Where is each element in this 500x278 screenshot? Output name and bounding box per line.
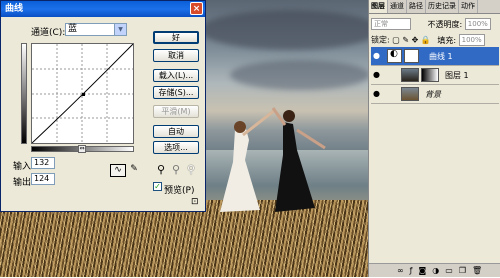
mask-thumbnail[interactable] — [421, 68, 439, 82]
tab-actions[interactable]: 动作 — [459, 0, 478, 13]
close-button[interactable]: × — [190, 2, 203, 15]
channel-value: 蓝 — [68, 24, 78, 34]
blend-row: 正常 不透明度: 100% — [371, 18, 491, 30]
smooth-button[interactable]: 平滑(M) — [153, 105, 199, 118]
fill-field[interactable]: 100% — [458, 34, 485, 46]
trash-icon[interactable]: 🗑 — [472, 264, 482, 277]
preview-checkbox[interactable]: ✓ — [153, 182, 162, 191]
layer-name[interactable]: 背景 — [425, 89, 441, 100]
curve-plot[interactable] — [32, 44, 133, 143]
tab-history[interactable]: 历史记录 — [426, 0, 459, 13]
two-dancers-figure — [220, 107, 326, 212]
lock-label: 锁定: — [371, 35, 390, 45]
pencil-icon[interactable]: ✎ — [126, 164, 142, 177]
gray-eyedropper-icon[interactable]: ⚲ — [172, 163, 180, 176]
expand-icon[interactable]: ⊡ — [191, 197, 199, 207]
opacity-label: 不透明度: — [427, 19, 463, 29]
curve-graph[interactable] — [31, 43, 134, 144]
lock-all-icon[interactable]: 🔒 — [421, 36, 431, 45]
chevron-down-icon[interactable]: ▼ — [114, 24, 126, 35]
tab-channels[interactable]: 通道 — [388, 0, 407, 13]
output-field[interactable]: 124 — [31, 173, 55, 185]
adjustment-layer-icon[interactable]: ◑ — [432, 264, 439, 277]
lock-transparent-icon[interactable]: ▢ — [392, 36, 400, 45]
black-eyedropper-icon[interactable]: ⚲ — [157, 163, 165, 176]
cancel-button[interactable]: 取消 — [153, 49, 199, 62]
auto-button[interactable]: 自动 — [153, 125, 199, 138]
eye-icon[interactable]: ● — [373, 51, 382, 60]
layers-panel: 图层 通道 路径 历史记录 动作 正常 不透明度: 100% 锁定: ▢ ✎ ✥… — [368, 0, 500, 277]
save-button[interactable]: 存储(S)... — [153, 86, 199, 99]
layer-row[interactable]: ● 图层 1 — [371, 66, 499, 85]
opacity-field[interactable]: 100% — [464, 18, 491, 30]
adjustment-thumbnail: ◐ — [387, 49, 402, 63]
dialog-titlebar[interactable]: 曲线 × — [1, 1, 205, 17]
layer-row[interactable]: ● 背景 — [371, 85, 499, 104]
layer-name[interactable]: 曲线 1 — [429, 51, 453, 62]
tab-layers[interactable]: 图层 — [369, 0, 388, 13]
blend-mode-select[interactable]: 正常 — [371, 18, 411, 30]
eye-icon[interactable]: ● — [373, 70, 382, 79]
panel-tabs: 图层 通道 路径 历史记录 动作 — [369, 0, 500, 14]
swap-direction-icon[interactable]: ⇔ — [78, 145, 86, 153]
layer-name[interactable]: 图层 1 — [445, 70, 469, 81]
channel-select[interactable]: 蓝 ▼ — [65, 23, 127, 36]
tab-paths[interactable]: 路径 — [407, 0, 426, 13]
curve-control-point — [82, 93, 85, 96]
eye-icon[interactable]: ● — [373, 89, 382, 98]
new-group-icon[interactable]: ▭ — [445, 264, 453, 277]
preview-label: 预览(P) — [164, 186, 195, 196]
close-icon: × — [192, 4, 201, 14]
layer-thumbnail — [401, 87, 419, 101]
fill-label: 填充: — [437, 35, 457, 45]
layer-row[interactable]: ● ◐ 曲线 1 — [371, 47, 499, 66]
mask-thumbnail[interactable] — [404, 49, 419, 63]
dialog-title: 曲线 — [5, 4, 24, 14]
lock-row: 锁定: ▢ ✎ ✥ 🔒 填充: 100% — [371, 34, 485, 46]
new-layer-icon[interactable]: ❐ — [459, 264, 466, 277]
channel-label: 通道(C): — [31, 28, 66, 38]
curves-adjust-icon: ◐ — [390, 49, 398, 59]
link-icon[interactable]: ∞ — [397, 264, 404, 277]
layer-thumbnail — [401, 68, 419, 82]
cloud — [230, 60, 370, 90]
options-button[interactable]: 选项... — [153, 141, 199, 154]
curves-dialog: 曲线 × 通道(C): 蓝 ▼ ⇔ 输入: 132 输出: 124 ∿ ✎ 好 … — [0, 0, 206, 212]
lock-move-icon[interactable]: ✥ — [412, 36, 419, 45]
input-field[interactable]: 132 — [31, 157, 55, 169]
lock-paint-icon[interactable]: ✎ — [402, 36, 409, 45]
output-gradient-bar — [21, 43, 27, 144]
curve-tool-icon[interactable]: ∿ — [110, 164, 126, 177]
ok-button[interactable]: 好 — [153, 31, 199, 44]
add-mask-icon[interactable]: ◙ — [419, 264, 427, 277]
layer-style-icon[interactable]: ƒ — [410, 264, 413, 277]
cloud — [200, 10, 380, 50]
load-button[interactable]: 载入(L)... — [153, 69, 199, 82]
layers-footer: ∞ ƒ ◙ ◑ ▭ ❐ 🗑 — [369, 263, 500, 277]
white-eyedropper-icon[interactable]: ⚲ — [187, 163, 195, 176]
